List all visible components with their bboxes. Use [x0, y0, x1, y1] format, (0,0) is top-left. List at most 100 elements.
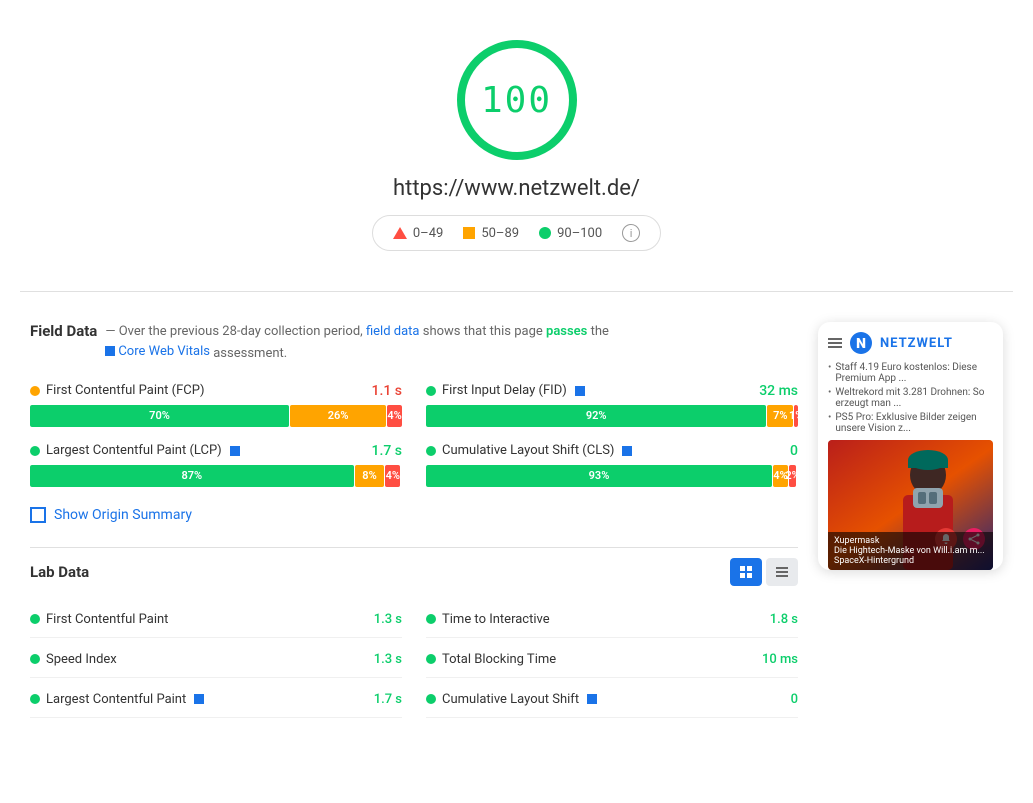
- view-toggle: [730, 558, 798, 586]
- dot-green-si-icon: [30, 654, 40, 664]
- toggle-list-button[interactable]: [766, 558, 798, 586]
- field-data-header: Field Data — Over the previous 28-day co…: [30, 322, 798, 363]
- fcp-bar-red: 4%: [387, 405, 402, 427]
- fid-bar-green: 92%: [426, 405, 766, 427]
- lab-metric-fcp: First Contentful Paint 1.3 s: [30, 602, 402, 638]
- passes-link: passes: [546, 324, 587, 339]
- legend-range1: 0–49: [413, 226, 443, 241]
- legend-item-mid: 50–89: [463, 226, 519, 241]
- dot-green-lab-cls-icon: [426, 694, 436, 704]
- score-circle: 100: [457, 40, 577, 160]
- lab-tbt-label: Total Blocking Time: [426, 652, 556, 667]
- flag-lcp-icon: [230, 446, 240, 456]
- circle-icon: [539, 227, 551, 239]
- lab-fcp-value: 1.3 s: [374, 612, 402, 627]
- left-panel: Field Data — Over the previous 28-day co…: [30, 322, 798, 718]
- lab-data-header: Lab Data: [30, 558, 798, 586]
- score-legend: 0–49 50–89 90–100 i: [372, 215, 661, 251]
- lab-metric-si: Speed Index 1.3 s: [30, 642, 402, 678]
- metric-fcp-header: First Contentful Paint (FCP) 1.1 s: [30, 383, 402, 399]
- show-origin-label[interactable]: Show Origin Summary: [54, 507, 192, 523]
- metric-fcp-value: 1.1 s: [372, 383, 403, 399]
- lab-metrics-grid: First Contentful Paint 1.3 s Time to Int…: [30, 602, 798, 718]
- metric-lcp-header: Largest Contentful Paint (LCP) 1.7 s: [30, 443, 402, 459]
- news-item-1: Staff 4.19 Euro kostenlos: Diese Premium…: [828, 362, 993, 384]
- dot-orange-icon: [30, 386, 40, 396]
- desc-mid: shows that this page: [423, 324, 543, 339]
- lab-lcp-label: Largest Contentful Paint: [30, 692, 204, 707]
- metric-lcp-value: 1.7 s: [372, 443, 403, 459]
- legend-item-high: 90–100: [539, 226, 602, 241]
- metric-fid-value: 32 ms: [759, 383, 798, 399]
- preview-caption: Xupermask Die Hightech-Maske von Will.i.…: [828, 532, 993, 570]
- right-panel: N NETZWELT Staff 4.19 Euro kostenlos: Di…: [818, 322, 1003, 718]
- field-metrics-grid: First Contentful Paint (FCP) 1.1 s 70% 2…: [30, 383, 798, 487]
- flag-lab-lcp-icon: [194, 694, 204, 704]
- desc-post: the: [591, 324, 609, 339]
- dot-green-fid-icon: [426, 386, 436, 396]
- metric-fid-header: First Input Delay (FID) 32 ms: [426, 383, 798, 399]
- fcp-progress-bar: 70% 26% 4%: [30, 405, 402, 427]
- svg-text:N: N: [856, 336, 866, 352]
- metric-cls-label: Cumulative Layout Shift (CLS): [426, 443, 632, 458]
- preview-brand: NETZWELT: [880, 336, 953, 351]
- dot-green-lab-fcp-icon: [30, 614, 40, 624]
- triangle-icon: [393, 227, 407, 239]
- lab-cls-label: Cumulative Layout Shift: [426, 692, 597, 707]
- preview-news-list: Staff 4.19 Euro kostenlos: Diese Premium…: [828, 362, 993, 434]
- fid-progress-bar: 92% 7% 1%: [426, 405, 798, 427]
- metric-cls-value: 0: [790, 443, 798, 459]
- fcp-bar-green: 70%: [30, 405, 289, 427]
- cls-progress-bar: 93% 4% 2%: [426, 465, 798, 487]
- metric-cls: Cumulative Layout Shift (CLS) 0 93% 4% 2…: [426, 443, 798, 487]
- flag-cls-icon: [622, 446, 632, 456]
- lab-si-value: 1.3 s: [374, 652, 402, 667]
- field-data-description: — Over the previous 28-day collection pe…: [105, 322, 609, 363]
- score-value: 100: [481, 80, 552, 121]
- lcp-bar-green: 87%: [30, 465, 354, 487]
- score-url: https://www.netzwelt.de/: [393, 176, 640, 201]
- show-origin-container[interactable]: Show Origin Summary: [30, 507, 798, 523]
- divider-2: [30, 547, 798, 548]
- info-icon[interactable]: i: [622, 224, 640, 242]
- legend-range2: 50–89: [481, 226, 519, 241]
- preview-card: N NETZWELT Staff 4.19 Euro kostenlos: Di…: [818, 322, 1003, 570]
- lcp-bar-orange: 8%: [355, 465, 385, 487]
- news-item-3: PS5 Pro: Exklusive Bilder zeigen unsere …: [828, 412, 993, 434]
- field-data-link[interactable]: field data: [366, 324, 420, 339]
- main-content: Field Data — Over the previous 28-day co…: [20, 302, 1013, 738]
- desc-pre: — Over the previous 28-day collection pe…: [105, 324, 362, 339]
- cwv-flag-icon: [105, 346, 115, 356]
- lab-tti-value: 1.8 s: [770, 612, 798, 627]
- dot-green-lab-lcp-icon: [30, 694, 40, 704]
- dot-green-cls-icon: [426, 446, 436, 456]
- lab-cls-value: 0: [791, 692, 798, 707]
- field-data-title: Field Data: [30, 322, 97, 340]
- divider: [20, 291, 1013, 292]
- toggle-grid-button[interactable]: [730, 558, 762, 586]
- flag-fid-icon: [575, 386, 585, 396]
- preview-image: Xupermask Die Hightech-Maske von Will.i.…: [828, 440, 993, 570]
- cls-bar-green: 93%: [426, 465, 772, 487]
- lcp-bar-red: 4%: [385, 465, 400, 487]
- metric-lcp: Largest Contentful Paint (LCP) 1.7 s 87%…: [30, 443, 402, 487]
- legend-item-low: 0–49: [393, 226, 443, 241]
- fcp-bar-orange: 26%: [290, 405, 386, 427]
- legend-range3: 90–100: [557, 226, 602, 241]
- lab-si-label: Speed Index: [30, 652, 117, 667]
- score-section: 100 https://www.netzwelt.de/ 0–49 50–89 …: [20, 20, 1013, 281]
- metric-fcp: First Contentful Paint (FCP) 1.1 s 70% 2…: [30, 383, 402, 427]
- preview-header: N NETZWELT: [828, 332, 993, 354]
- dot-green-tti-icon: [426, 614, 436, 624]
- lab-metric-cls: Cumulative Layout Shift 0: [426, 682, 798, 718]
- lab-metric-tti: Time to Interactive 1.8 s: [426, 602, 798, 638]
- metric-cls-header: Cumulative Layout Shift (CLS) 0: [426, 443, 798, 459]
- lab-data-title: Lab Data: [30, 563, 89, 581]
- show-origin-checkbox[interactable]: [30, 507, 46, 523]
- lab-lcp-value: 1.7 s: [374, 692, 402, 707]
- lab-tti-label: Time to Interactive: [426, 612, 550, 627]
- cwv-label: Core Web Vitals: [118, 342, 210, 362]
- cwv-link[interactable]: Core Web Vitals: [105, 342, 210, 362]
- news-item-2: Weltrekord mit 3.281 Drohnen: So erzeugt…: [828, 387, 993, 409]
- square-icon: [463, 227, 475, 239]
